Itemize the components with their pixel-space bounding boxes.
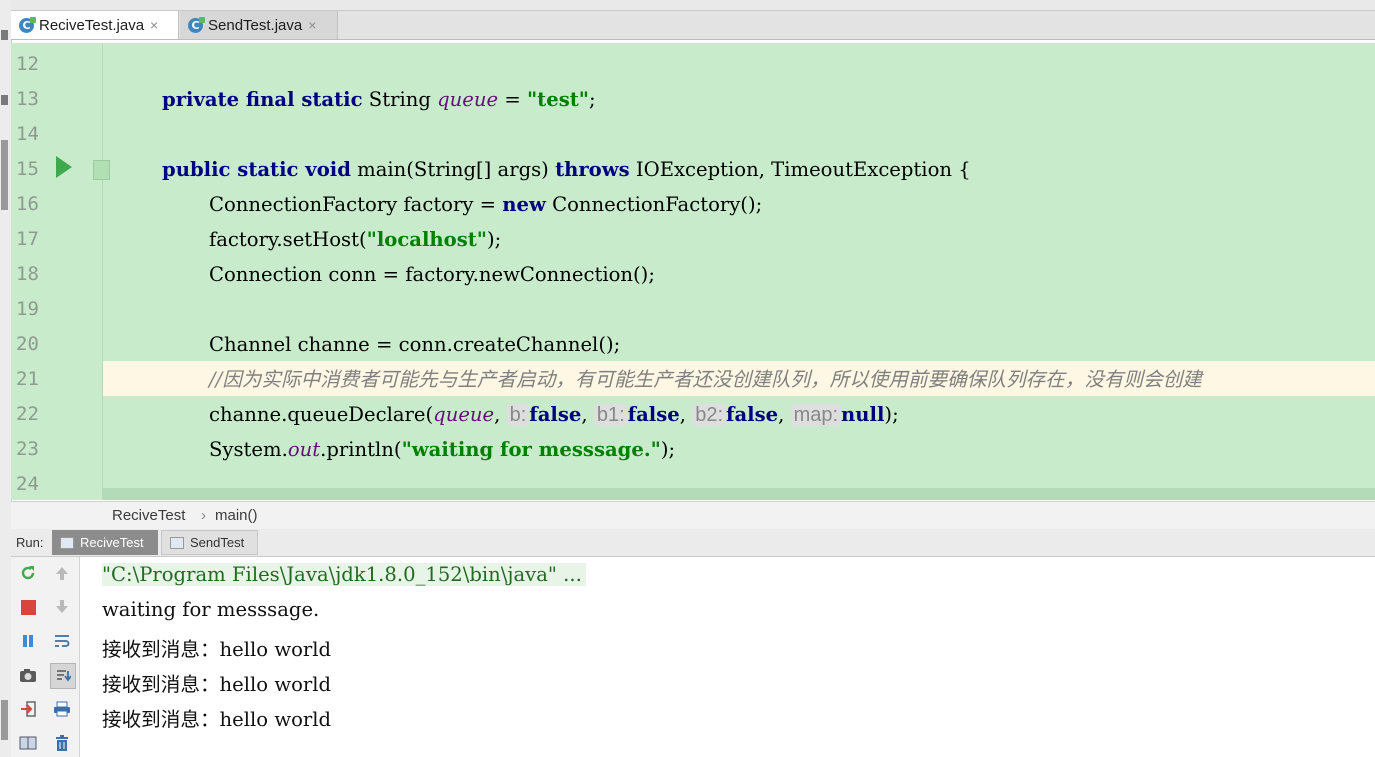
param-hint: b2: [692, 404, 727, 426]
tab-recivetest[interactable]: C ReciveTest.java × [11, 11, 179, 39]
run-toolbar-left [11, 557, 46, 757]
editor-tab-bar: C ReciveTest.java × C SendTest.java × [11, 11, 1375, 40]
run-gutter-icon[interactable] [56, 156, 72, 178]
console-line: waiting for messsage. [102, 598, 320, 621]
line-number: 22 [16, 403, 39, 425]
run-toolbar-right [45, 557, 80, 757]
project-tool-tab[interactable] [1, 30, 8, 40]
line-number: 18 [16, 263, 39, 285]
close-icon[interactable]: × [150, 17, 158, 33]
code-line-21-comment: //因为实际中消费者可能先与生产者启动，有可能生产者还没创建队列，所以使用前要确… [209, 368, 1202, 391]
down-arrow-icon[interactable] [52, 597, 72, 617]
code-line-20: Channel channe = conn.createChannel(); [209, 333, 621, 356]
code-line-23: System.out.println("waiting for messsage… [209, 438, 676, 461]
code-editor[interactable]: 12 13 14 15 16 17 18 19 20 21 22 23 24 p… [11, 43, 1375, 500]
run-tool-bar: Run: ReciveTest SendTest [11, 529, 1375, 557]
tab-label: ReciveTest.java [39, 16, 145, 34]
exit-icon[interactable] [18, 699, 38, 719]
line-number: 24 [16, 473, 39, 495]
java-class-icon: C [188, 16, 205, 33]
soft-wrap-icon[interactable] [52, 631, 72, 651]
code-line-15: public static void main(String[] args) t… [162, 158, 971, 181]
run-tab-recivetest[interactable]: ReciveTest [52, 530, 158, 555]
java-class-icon: C [19, 16, 36, 33]
tab-sendtest[interactable]: C SendTest.java × [180, 11, 338, 39]
up-arrow-icon[interactable] [52, 563, 72, 583]
breadcrumb-separator: › [201, 507, 206, 524]
code-line-18: Connection conn = factory.newConnection(… [209, 263, 655, 286]
project-tool-icon[interactable] [1, 95, 8, 105]
run-label: Run: [16, 535, 44, 550]
breadcrumb-method[interactable]: main() [215, 507, 258, 524]
line-number: 13 [16, 88, 39, 110]
console-line: 接收到消息：hello world [102, 673, 332, 696]
camera-icon[interactable] [18, 665, 38, 685]
param-hint: map: [790, 404, 842, 426]
line-number: 19 [16, 298, 39, 320]
console-command-line: "C:\Program Files\Java\jdk1.8.0_152\bin\… [102, 563, 586, 586]
structure-tool-tab[interactable] [1, 140, 8, 210]
favorites-tool-tab[interactable] [1, 700, 8, 740]
stop-icon[interactable] [18, 597, 38, 617]
run-tab-label: SendTest [190, 535, 245, 550]
param-hint: b1: [593, 404, 628, 426]
line-number: 12 [16, 53, 39, 75]
run-config-icon [170, 536, 184, 549]
code-line-17: factory.setHost("localhost"); [209, 228, 502, 251]
console-line: 接收到消息：hello world [102, 638, 332, 661]
code-line-13: private final static String queue = "tes… [162, 88, 596, 111]
code-line-22: channe.queueDeclare(queue, b: false, b1: f… [209, 403, 899, 426]
param-hint: b: [506, 404, 530, 426]
console-output[interactable]: "C:\Program Files\Java\jdk1.8.0_152\bin\… [80, 557, 1375, 757]
line-number: 16 [16, 193, 39, 215]
breadcrumb-class[interactable]: ReciveTest [112, 507, 185, 524]
print-icon[interactable] [52, 699, 72, 719]
run-config-icon [60, 536, 74, 549]
run-tab-sendtest[interactable]: SendTest [161, 530, 258, 555]
line-number: 14 [16, 123, 39, 145]
line-number: 15 [16, 158, 39, 180]
line-number: 23 [16, 438, 39, 460]
layout-icon[interactable] [18, 733, 38, 753]
code-line-16: ConnectionFactory factory = new Connecti… [209, 193, 763, 216]
fold-marker-icon[interactable] [93, 160, 110, 180]
navigation-bar [11, 0, 1375, 11]
close-icon[interactable]: × [308, 17, 316, 33]
pause-icon[interactable] [18, 631, 38, 651]
code-fold-region [103, 488, 1375, 500]
breadcrumb: ReciveTest › main() [11, 501, 1375, 530]
trash-icon[interactable] [52, 733, 72, 753]
line-number: 17 [16, 228, 39, 250]
run-tab-label: ReciveTest [80, 535, 144, 550]
line-number: 21 [16, 368, 39, 390]
console-line: 接收到消息：hello world [102, 708, 332, 731]
line-number: 20 [16, 333, 39, 355]
scroll-to-end-icon[interactable] [50, 663, 76, 689]
rerun-icon[interactable] [18, 563, 38, 583]
tab-label: SendTest.java [208, 16, 303, 34]
